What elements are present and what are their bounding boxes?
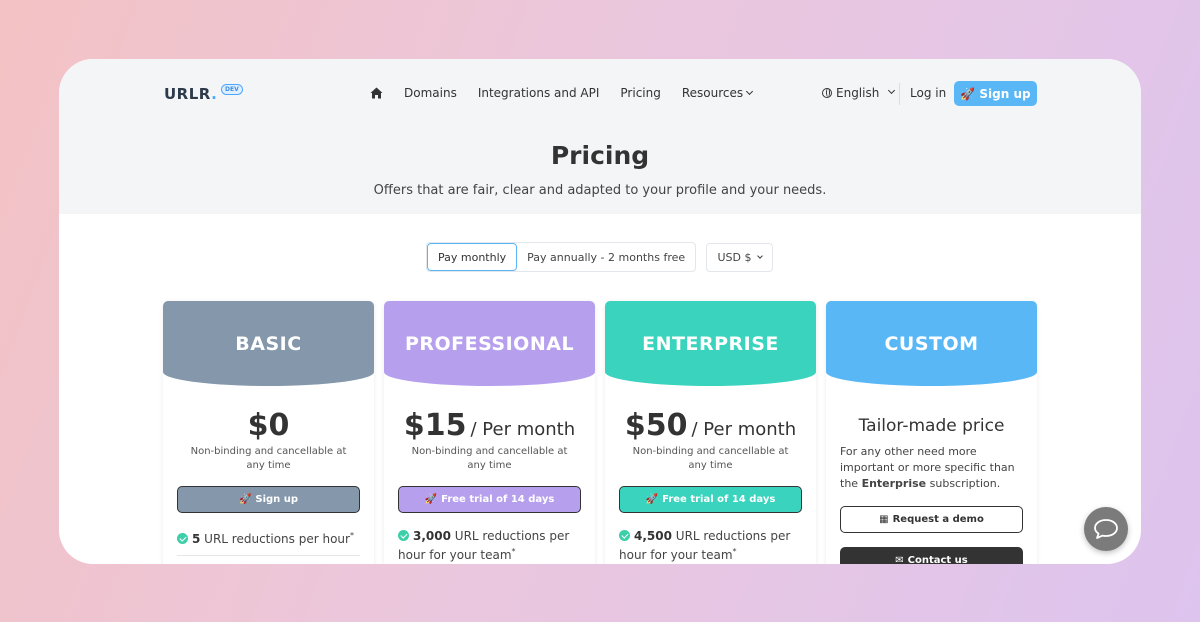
plan-note: Non-binding and cancellable at any time	[190, 446, 347, 471]
plan-price: $0	[247, 408, 290, 443]
nav-integrations[interactable]: Integrations and API	[478, 86, 600, 100]
plan-feature: 4,500 URL reductions per hour for your t…	[619, 529, 791, 562]
browser-window: URLR. DEV Domains Integrations and API P…	[59, 59, 1141, 564]
calendar-icon: ▦	[879, 514, 889, 525]
plan-note: Non-binding and cancellable at any time	[632, 446, 789, 471]
billing-toggle: Pay monthly Pay annually - 2 months free	[426, 242, 697, 272]
logo[interactable]: URLR.	[164, 85, 217, 103]
plan-title: ENTERPRISE	[605, 301, 816, 386]
nav-divider	[899, 83, 900, 105]
rocket-icon: 🚀	[238, 494, 252, 505]
plan-feature: 3,000 URL reductions per hour for your t…	[398, 529, 570, 562]
nav-resources[interactable]: Resources	[682, 86, 754, 100]
plan-trial-button[interactable]: 🚀 Free trial of 14 days	[619, 486, 802, 513]
plan-title: BASIC	[163, 301, 374, 386]
main-nav: Domains Integrations and API Pricing Res…	[370, 86, 754, 100]
custom-price: Tailor-made price	[858, 416, 1005, 436]
page-title: Pricing	[550, 141, 650, 170]
nav-pricing[interactable]: Pricing	[620, 86, 660, 100]
nav-domains[interactable]: Domains	[404, 86, 457, 100]
request-demo-button[interactable]: ▦ Request a demo	[840, 506, 1023, 533]
chevron-down-icon	[746, 87, 754, 96]
plan-card-basic: BASIC $0 Non-binding and cancellable at …	[163, 301, 374, 564]
envelope-icon: ✉	[895, 555, 904, 564]
pay-annually-option[interactable]: Pay annually - 2 months free	[517, 243, 695, 271]
plan-price: $15/ Per month	[403, 408, 576, 443]
plan-title: CUSTOM	[826, 301, 1037, 386]
rocket-icon: 🚀	[424, 494, 438, 505]
page-subtitle: Offers that are fair, clear and adapted …	[373, 183, 827, 198]
pay-monthly-option[interactable]: Pay monthly	[427, 243, 518, 271]
login-link[interactable]: Log in	[910, 86, 946, 100]
globe-icon	[822, 88, 832, 98]
language-selector[interactable]: English	[822, 86, 896, 100]
chat-icon	[1094, 519, 1118, 539]
plan-card-enterprise: ENTERPRISE $50/ Per month Non-binding an…	[605, 301, 816, 564]
plan-title: PROFESSIONAL	[384, 301, 595, 386]
plan-card-custom: CUSTOM Tailor-made price For any other n…	[826, 301, 1037, 564]
check-icon	[619, 530, 630, 541]
check-icon	[177, 533, 188, 544]
feature-divider	[177, 555, 360, 556]
rocket-icon: 🚀	[960, 86, 976, 101]
currency-selector[interactable]: USD $	[706, 243, 773, 272]
plan-feature: 5 URL reductions per hour*	[177, 528, 362, 547]
check-icon	[398, 530, 409, 541]
plan-note: Non-binding and cancellable at any time	[411, 446, 568, 471]
signup-button[interactable]: 🚀 Sign up	[954, 81, 1037, 106]
contact-us-button[interactable]: ✉ Contact us	[840, 547, 1023, 564]
chevron-down-icon	[756, 252, 763, 259]
custom-description: For any other need more important or mor…	[840, 445, 1015, 490]
plan-price: $50/ Per month	[624, 408, 797, 443]
chevron-down-icon	[888, 86, 896, 94]
rocket-icon: 🚀	[645, 494, 659, 505]
home-icon[interactable]	[370, 87, 383, 99]
plan-signup-button[interactable]: 🚀 Sign up	[177, 486, 360, 513]
dev-badge: DEV	[221, 84, 243, 95]
chat-button[interactable]	[1084, 507, 1128, 551]
plan-trial-button[interactable]: 🚀 Free trial of 14 days	[398, 486, 581, 513]
plan-card-professional: PROFESSIONAL $15/ Per month Non-binding …	[384, 301, 595, 564]
